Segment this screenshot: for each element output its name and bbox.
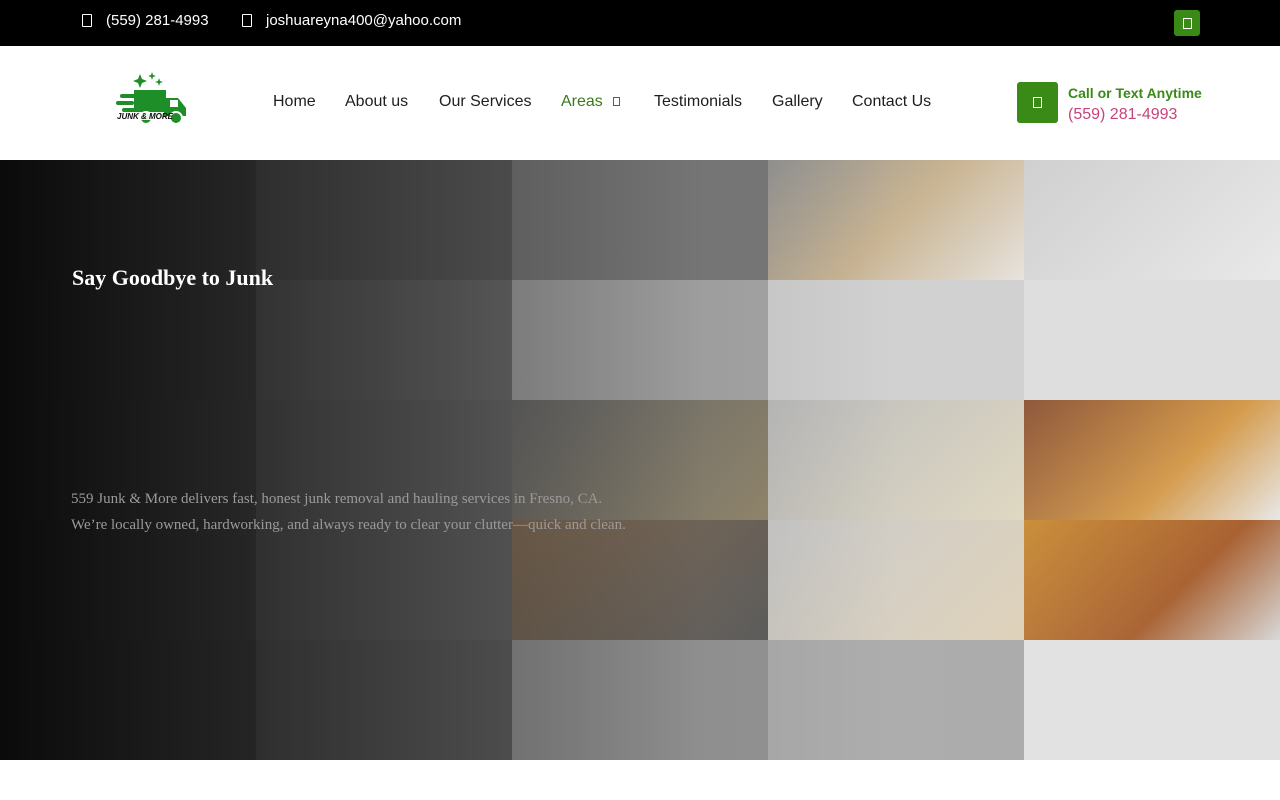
hero-description: 559 Junk & More delivers fast, honest ju…	[71, 486, 711, 538]
hero-dark-overlay	[0, 160, 1280, 760]
hero-title: Say Goodbye to Junk	[72, 265, 274, 290]
cta-label: Call or Text Anytime	[1068, 85, 1202, 101]
nav-gallery[interactable]: Gallery	[772, 93, 823, 111]
hero-section: Say Goodbye to Junk 559 Junk & More deli…	[0, 160, 1280, 760]
nav-home[interactable]: Home	[273, 93, 316, 111]
nav-our-services[interactable]: Our Services	[439, 93, 531, 111]
nav-contact-us[interactable]: Contact Us	[852, 93, 931, 111]
top-bar: (559) 281-4993 joshuareyna400@yahoo.com	[0, 0, 1280, 46]
phone-icon	[82, 14, 92, 27]
cta-phone-link[interactable]: (559) 281-4993	[1068, 106, 1177, 124]
nav-areas[interactable]: Areas	[561, 93, 620, 111]
nav-areas-label: Areas	[561, 93, 603, 110]
hero-text-line: We’re locally owned, hardworking, and al…	[71, 517, 626, 533]
chevron-down-icon	[612, 97, 620, 107]
topbar-phone[interactable]: (559) 281-4993	[82, 12, 209, 29]
nav-testimonials[interactable]: Testimonials	[654, 93, 742, 111]
envelope-icon	[242, 14, 252, 27]
site-header: JUNK & MORE Home About us Our Services A…	[0, 46, 1280, 160]
facebook-icon	[1183, 18, 1192, 29]
hero-text-line: 559 Junk & More delivers fast, honest ju…	[71, 491, 603, 507]
logo-text: JUNK & MORE	[117, 112, 174, 121]
topbar-email[interactable]: joshuareyna400@yahoo.com	[242, 12, 461, 29]
topbar-phone-text: (559) 281-4993	[106, 12, 209, 29]
truck-logo-icon: JUNK & MORE	[116, 72, 186, 125]
phone-icon	[1033, 97, 1042, 108]
topbar-email-text: joshuareyna400@yahoo.com	[266, 12, 462, 29]
site-logo[interactable]: JUNK & MORE	[112, 70, 192, 130]
nav-about-us[interactable]: About us	[345, 93, 408, 111]
facebook-button[interactable]	[1174, 10, 1200, 36]
call-button[interactable]	[1017, 82, 1058, 123]
